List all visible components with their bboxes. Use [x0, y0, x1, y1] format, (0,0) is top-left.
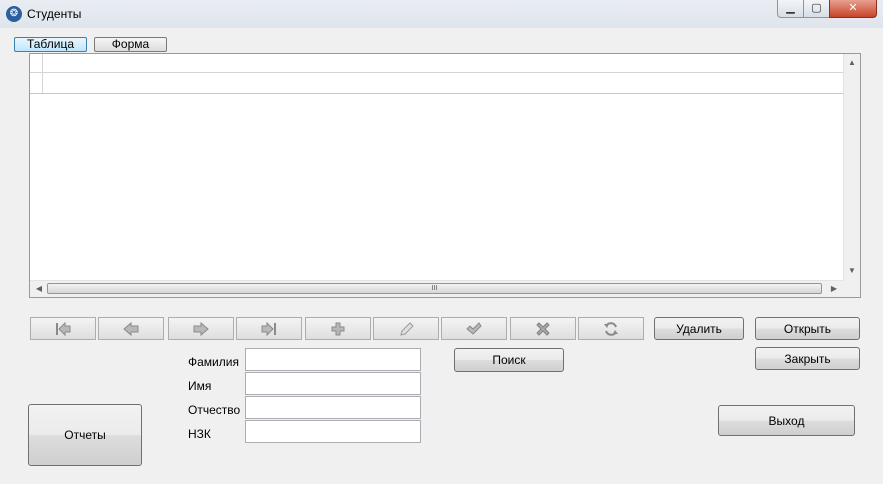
table-row[interactable] — [30, 73, 843, 94]
horizontal-scrollbar[interactable]: ◀ III ▶ — [30, 280, 843, 297]
refresh-icon — [604, 321, 618, 336]
close-button[interactable]: Закрыть — [755, 347, 860, 370]
minimize-button[interactable]: ▁ — [777, 0, 804, 18]
prior-record-icon — [123, 321, 139, 336]
surname-label: Фамилия — [188, 355, 239, 369]
open-button[interactable]: Открыть — [755, 317, 860, 340]
title-bar: ❂ Студенты ▁ ▢ ✕ — [0, 0, 883, 28]
scroll-up-arrow-icon[interactable]: ▲ — [844, 55, 860, 71]
exit-button[interactable]: Выход — [718, 405, 855, 436]
post-record-button[interactable] — [441, 317, 507, 340]
first-record-icon — [56, 321, 71, 336]
x-icon — [536, 321, 550, 336]
reports-button[interactable]: Отчеты — [28, 404, 142, 466]
scroll-down-arrow-icon[interactable]: ▼ — [844, 263, 860, 279]
vertical-scrollbar[interactable]: ▲ ▼ — [843, 54, 860, 280]
next-record-button[interactable] — [168, 317, 234, 340]
search-button[interactable]: Поиск — [454, 348, 564, 372]
refresh-button[interactable] — [578, 317, 644, 340]
name-field[interactable] — [245, 372, 421, 395]
delete-button[interactable]: Удалить — [654, 317, 744, 340]
tab-table[interactable]: Таблица — [14, 37, 87, 52]
horizontal-scroll-thumb[interactable]: III — [47, 283, 822, 294]
last-record-icon — [261, 321, 276, 336]
surname-field[interactable] — [245, 348, 421, 371]
scrollbar-corner — [843, 280, 860, 297]
next-record-icon — [193, 321, 209, 336]
grid-header-indicator — [30, 54, 43, 72]
edit-record-button[interactable] — [373, 317, 439, 340]
patronymic-label: Отчество — [188, 403, 241, 417]
tab-form[interactable]: Форма — [94, 37, 167, 52]
nzk-field[interactable] — [245, 420, 421, 443]
plus-icon — [331, 322, 345, 335]
prior-record-button[interactable] — [98, 317, 164, 340]
window-title: Студенты — [27, 7, 82, 21]
scroll-left-arrow-icon[interactable]: ◀ — [31, 281, 47, 297]
last-record-button[interactable] — [236, 317, 302, 340]
row-indicator — [30, 73, 43, 93]
scroll-right-arrow-icon[interactable]: ▶ — [826, 281, 842, 297]
maximize-button[interactable]: ▢ — [803, 0, 830, 18]
name-label: Имя — [188, 379, 212, 393]
nzk-label: НЗК — [188, 427, 211, 441]
first-record-button[interactable] — [30, 317, 96, 340]
patronymic-field[interactable] — [245, 396, 421, 419]
grid-header-row[interactable] — [30, 54, 843, 73]
close-window-button[interactable]: ✕ — [829, 0, 877, 18]
insert-record-button[interactable] — [305, 317, 371, 340]
pencil-icon — [400, 321, 414, 336]
cancel-record-button[interactable] — [510, 317, 576, 340]
checkmark-icon — [466, 321, 482, 335]
students-grid[interactable]: ▲ ▼ ◀ III ▶ — [29, 53, 861, 298]
app-icon: ❂ — [6, 6, 22, 22]
